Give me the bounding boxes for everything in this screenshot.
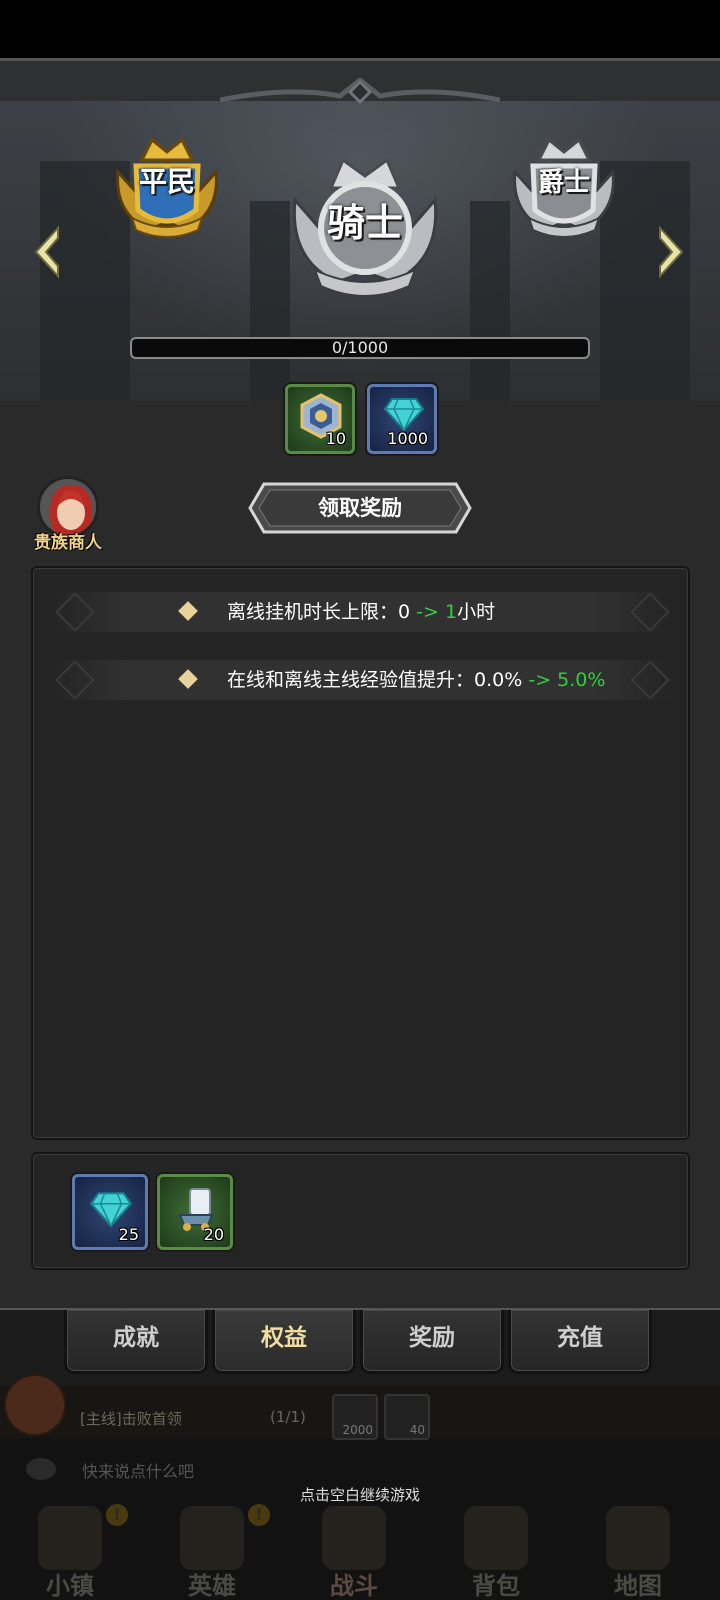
daily-reward-box: 25 20 [31,1152,690,1270]
rank-badge-previous[interactable]: 平民 [108,132,226,242]
daily-reward-item[interactable]: 25 [72,1174,148,1250]
nav-heroes[interactable]: ! 英雄 [152,1500,272,1600]
rank-badge-current[interactable]: 骑士 [285,150,445,300]
alert-icon: ! [106,1504,128,1526]
rank-progress-bar: 0/1000 [130,337,590,359]
rank-reward-item[interactable]: 1000 [367,384,437,454]
backpack-icon [464,1506,528,1570]
previous-rank-arrow[interactable] [28,222,68,282]
tab-bar: 成就 权益 奖励 充值 [0,1308,720,1386]
row-ornament [630,660,670,700]
tab-rewards[interactable]: 奖励 [360,1310,504,1374]
diamond-bullet-icon [178,669,198,689]
nav-backpack[interactable]: 背包 [436,1500,556,1600]
rank-badge-next[interactable]: 爵士 [505,132,623,242]
row-ornament [55,592,95,632]
noble-merchant[interactable]: 贵族商人 [28,476,108,556]
hero-icon [180,1506,244,1570]
chat-placeholder: 快来说点什么吧 [82,1462,195,1481]
benefit-row: 在线和离线主线经验值提升：0.0% -> 5.0% [51,660,672,700]
diamond-icon [384,398,424,431]
benefits-list: 离线挂机时长上限：0 -> 1小时 在线和离线主线经验值提升：0.0% -> 5… [31,566,690,1140]
rank-reward-item[interactable]: 10 [285,384,355,454]
benefit-text: 在线和离线主线经验值提升：0.0% -> 5.0% [227,669,606,691]
sword-icon [322,1506,386,1570]
rank-progress-text: 0/1000 [331,338,389,357]
nav-label: 背包 [472,1572,520,1600]
quest-reward-item: 2000 [332,1394,378,1440]
bottom-nav: ! 小镇 ! 英雄 战斗 背包 地图 [0,1500,720,1600]
rank-reward-qty: 10 [325,429,346,448]
claim-reward-button[interactable]: 领取奖励 [246,480,474,536]
daily-reward-qty: 25 [118,1225,139,1244]
quest-reward-item: 40 [384,1394,430,1440]
row-ornament [55,660,95,700]
row-ornament [630,592,670,632]
quest-count: (1/1) [270,1408,306,1426]
town-icon [38,1506,102,1570]
next-rank-arrow[interactable] [650,222,690,282]
nav-battle[interactable]: 战斗 [294,1500,414,1600]
nav-label: 战斗 [330,1572,378,1600]
tab-achievement[interactable]: 成就 [64,1310,208,1374]
nav-label: 地图 [614,1572,662,1600]
claim-reward-label: 领取奖励 [318,496,402,520]
rank-label-next: 爵士 [537,167,590,198]
chat-bubble-icon [26,1458,56,1480]
nav-label: 英雄 [188,1572,236,1600]
rank-label-current: 骑士 [326,200,403,245]
nav-label: 小镇 [46,1572,94,1600]
daily-reward-qty: 20 [203,1225,224,1244]
status-bar [0,0,720,58]
merchant-label: 贵族商人 [34,533,102,553]
tab-privileges[interactable]: 权益 [212,1310,356,1374]
rank-reward-qty: 1000 [387,429,428,448]
nav-map[interactable]: 地图 [578,1500,698,1600]
benefit-row: 离线挂机时长上限：0 -> 1小时 [51,592,672,632]
quest-avatar [4,1374,66,1436]
daily-reward-item[interactable]: 20 [157,1174,233,1250]
nav-town[interactable]: ! 小镇 [10,1500,130,1600]
alert-icon: ! [248,1504,270,1526]
diamond-bullet-icon [178,601,198,621]
diamond-icon [90,1192,132,1227]
benefit-text: 离线挂机时长上限：0 -> 1小时 [227,601,496,623]
header-ornament [220,78,500,105]
quest-text: [主线]击败首领 [80,1410,182,1428]
rank-label-previous: 平民 [138,165,195,198]
map-icon [606,1506,670,1570]
tab-recharge[interactable]: 充值 [508,1310,652,1374]
